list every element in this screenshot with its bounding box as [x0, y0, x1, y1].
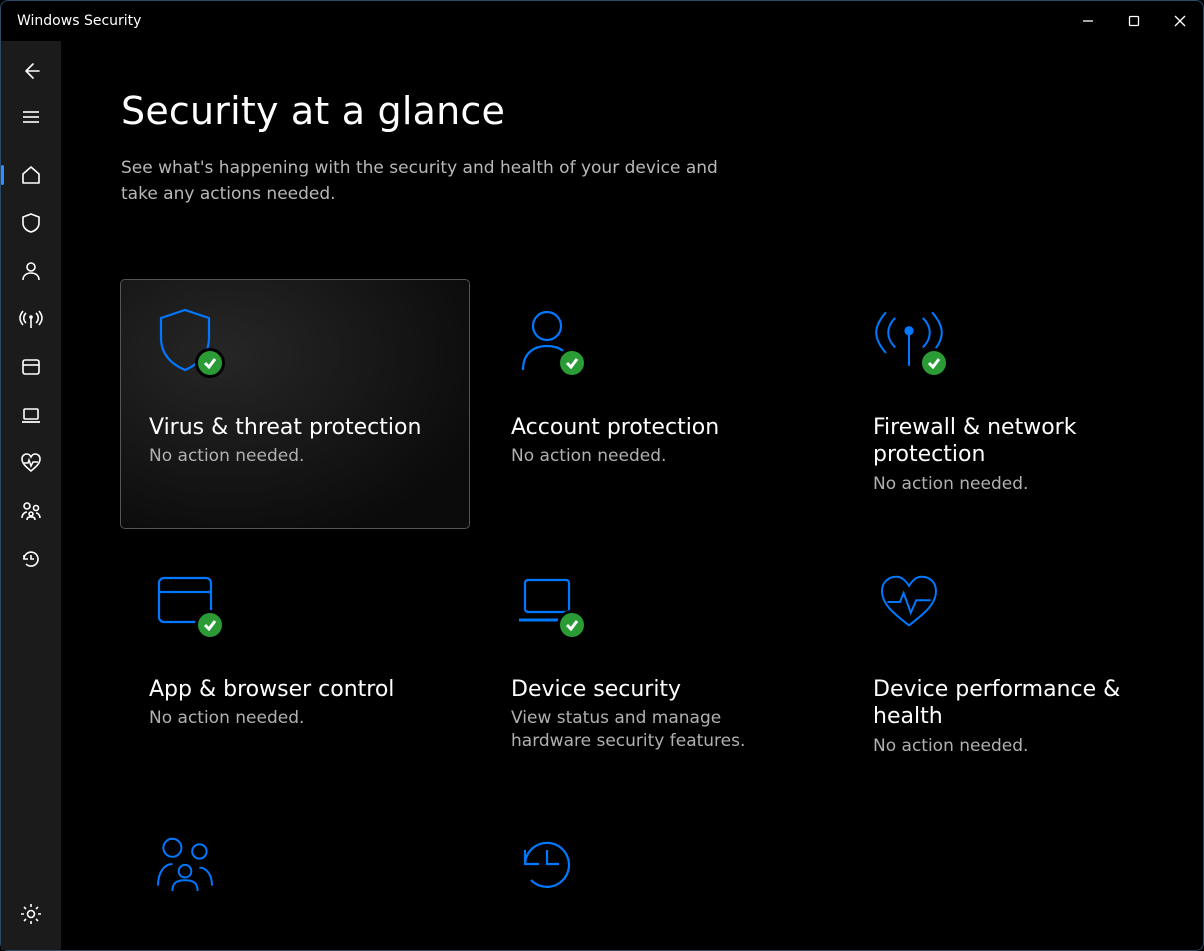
card-icon-wrap — [873, 304, 1165, 384]
close-button[interactable] — [1157, 1, 1203, 41]
page-title: Security at a glance — [121, 89, 1155, 133]
card-sub: No action needed. — [149, 445, 441, 468]
maximize-icon — [1128, 15, 1140, 27]
family-icon — [19, 500, 43, 522]
history-icon — [20, 548, 42, 570]
sidebar-item-history[interactable] — [1, 535, 61, 583]
status-ok-badge — [557, 348, 587, 378]
card-account-protection[interactable]: Account protection No action needed. — [483, 280, 831, 528]
card-protection-history[interactable] — [483, 804, 831, 950]
card-title: Account protection — [511, 414, 803, 442]
card-icon-wrap — [511, 566, 803, 646]
status-ok-badge — [195, 348, 225, 378]
card-title: Device security — [511, 676, 803, 704]
sidebar-item-family[interactable] — [1, 487, 61, 535]
body: Security at a glance See what's happenin… — [1, 41, 1203, 950]
check-icon — [926, 355, 942, 371]
card-app-browser[interactable]: App & browser control No action needed. — [121, 542, 469, 790]
back-arrow-icon — [21, 61, 41, 81]
minimize-icon — [1082, 15, 1094, 27]
gear-icon — [20, 903, 42, 925]
card-title: Firewall & network protection — [873, 414, 1165, 469]
page-subtitle: See what's happening with the security a… — [121, 155, 741, 208]
window-buttons — [1065, 1, 1203, 41]
maximize-button[interactable] — [1111, 1, 1157, 41]
broadcast-icon — [19, 308, 43, 330]
card-device-security[interactable]: Device security View status and manage h… — [483, 542, 831, 790]
card-icon-wrap — [873, 566, 1165, 646]
card-icon-wrap — [149, 304, 441, 384]
card-sub: View status and manage hardware security… — [511, 707, 803, 753]
card-sub: No action needed. — [149, 707, 441, 730]
card-icon-wrap — [511, 828, 803, 908]
card-icon-wrap — [149, 566, 441, 646]
check-icon — [564, 355, 580, 371]
status-ok-badge — [195, 610, 225, 640]
sidebar-item-device-performance[interactable] — [1, 439, 61, 487]
sidebar-item-virus[interactable] — [1, 199, 61, 247]
check-icon — [202, 355, 218, 371]
card-sub: No action needed. — [873, 735, 1165, 758]
card-firewall[interactable]: Firewall & network protection No action … — [845, 280, 1193, 528]
person-icon — [20, 260, 42, 282]
window: Windows Security — [0, 0, 1204, 951]
sidebar-item-account[interactable] — [1, 247, 61, 295]
window-icon — [20, 356, 42, 378]
card-icon-wrap — [149, 828, 441, 908]
settings-button[interactable] — [1, 890, 61, 938]
heart-icon — [19, 452, 43, 474]
laptop-icon — [20, 404, 42, 426]
sidebar — [1, 41, 61, 950]
home-icon — [20, 164, 42, 186]
card-title: App & browser control — [149, 676, 441, 704]
menu-button[interactable] — [1, 93, 61, 141]
heart-icon — [873, 566, 945, 638]
status-ok-badge — [557, 610, 587, 640]
sidebar-item-firewall[interactable] — [1, 295, 61, 343]
content[interactable]: Security at a glance See what's happenin… — [61, 41, 1203, 950]
back-button[interactable] — [1, 49, 61, 93]
card-sub: No action needed. — [873, 473, 1165, 496]
card-title: Virus & threat protection — [149, 414, 441, 442]
card-device-performance[interactable]: Device performance & health No action ne… — [845, 542, 1193, 790]
card-family[interactable] — [121, 804, 469, 950]
minimize-button[interactable] — [1065, 1, 1111, 41]
card-title: Device performance & health — [873, 676, 1165, 731]
check-icon — [564, 617, 580, 633]
sidebar-item-home[interactable] — [1, 151, 61, 199]
titlebar: Windows Security — [1, 1, 1203, 41]
card-icon-wrap — [511, 304, 803, 384]
hamburger-icon — [21, 107, 41, 127]
sidebar-item-app-browser[interactable] — [1, 343, 61, 391]
card-virus-threat[interactable]: Virus & threat protection No action need… — [121, 280, 469, 528]
card-sub: No action needed. — [511, 445, 803, 468]
sidebar-item-device-security[interactable] — [1, 391, 61, 439]
family-icon — [149, 828, 221, 900]
cards-grid: Virus & threat protection No action need… — [121, 280, 1155, 950]
check-icon — [202, 617, 218, 633]
window-title: Windows Security — [17, 13, 141, 29]
close-icon — [1174, 15, 1186, 27]
status-ok-badge — [919, 348, 949, 378]
shield-icon — [20, 212, 42, 234]
history-icon — [511, 828, 583, 900]
